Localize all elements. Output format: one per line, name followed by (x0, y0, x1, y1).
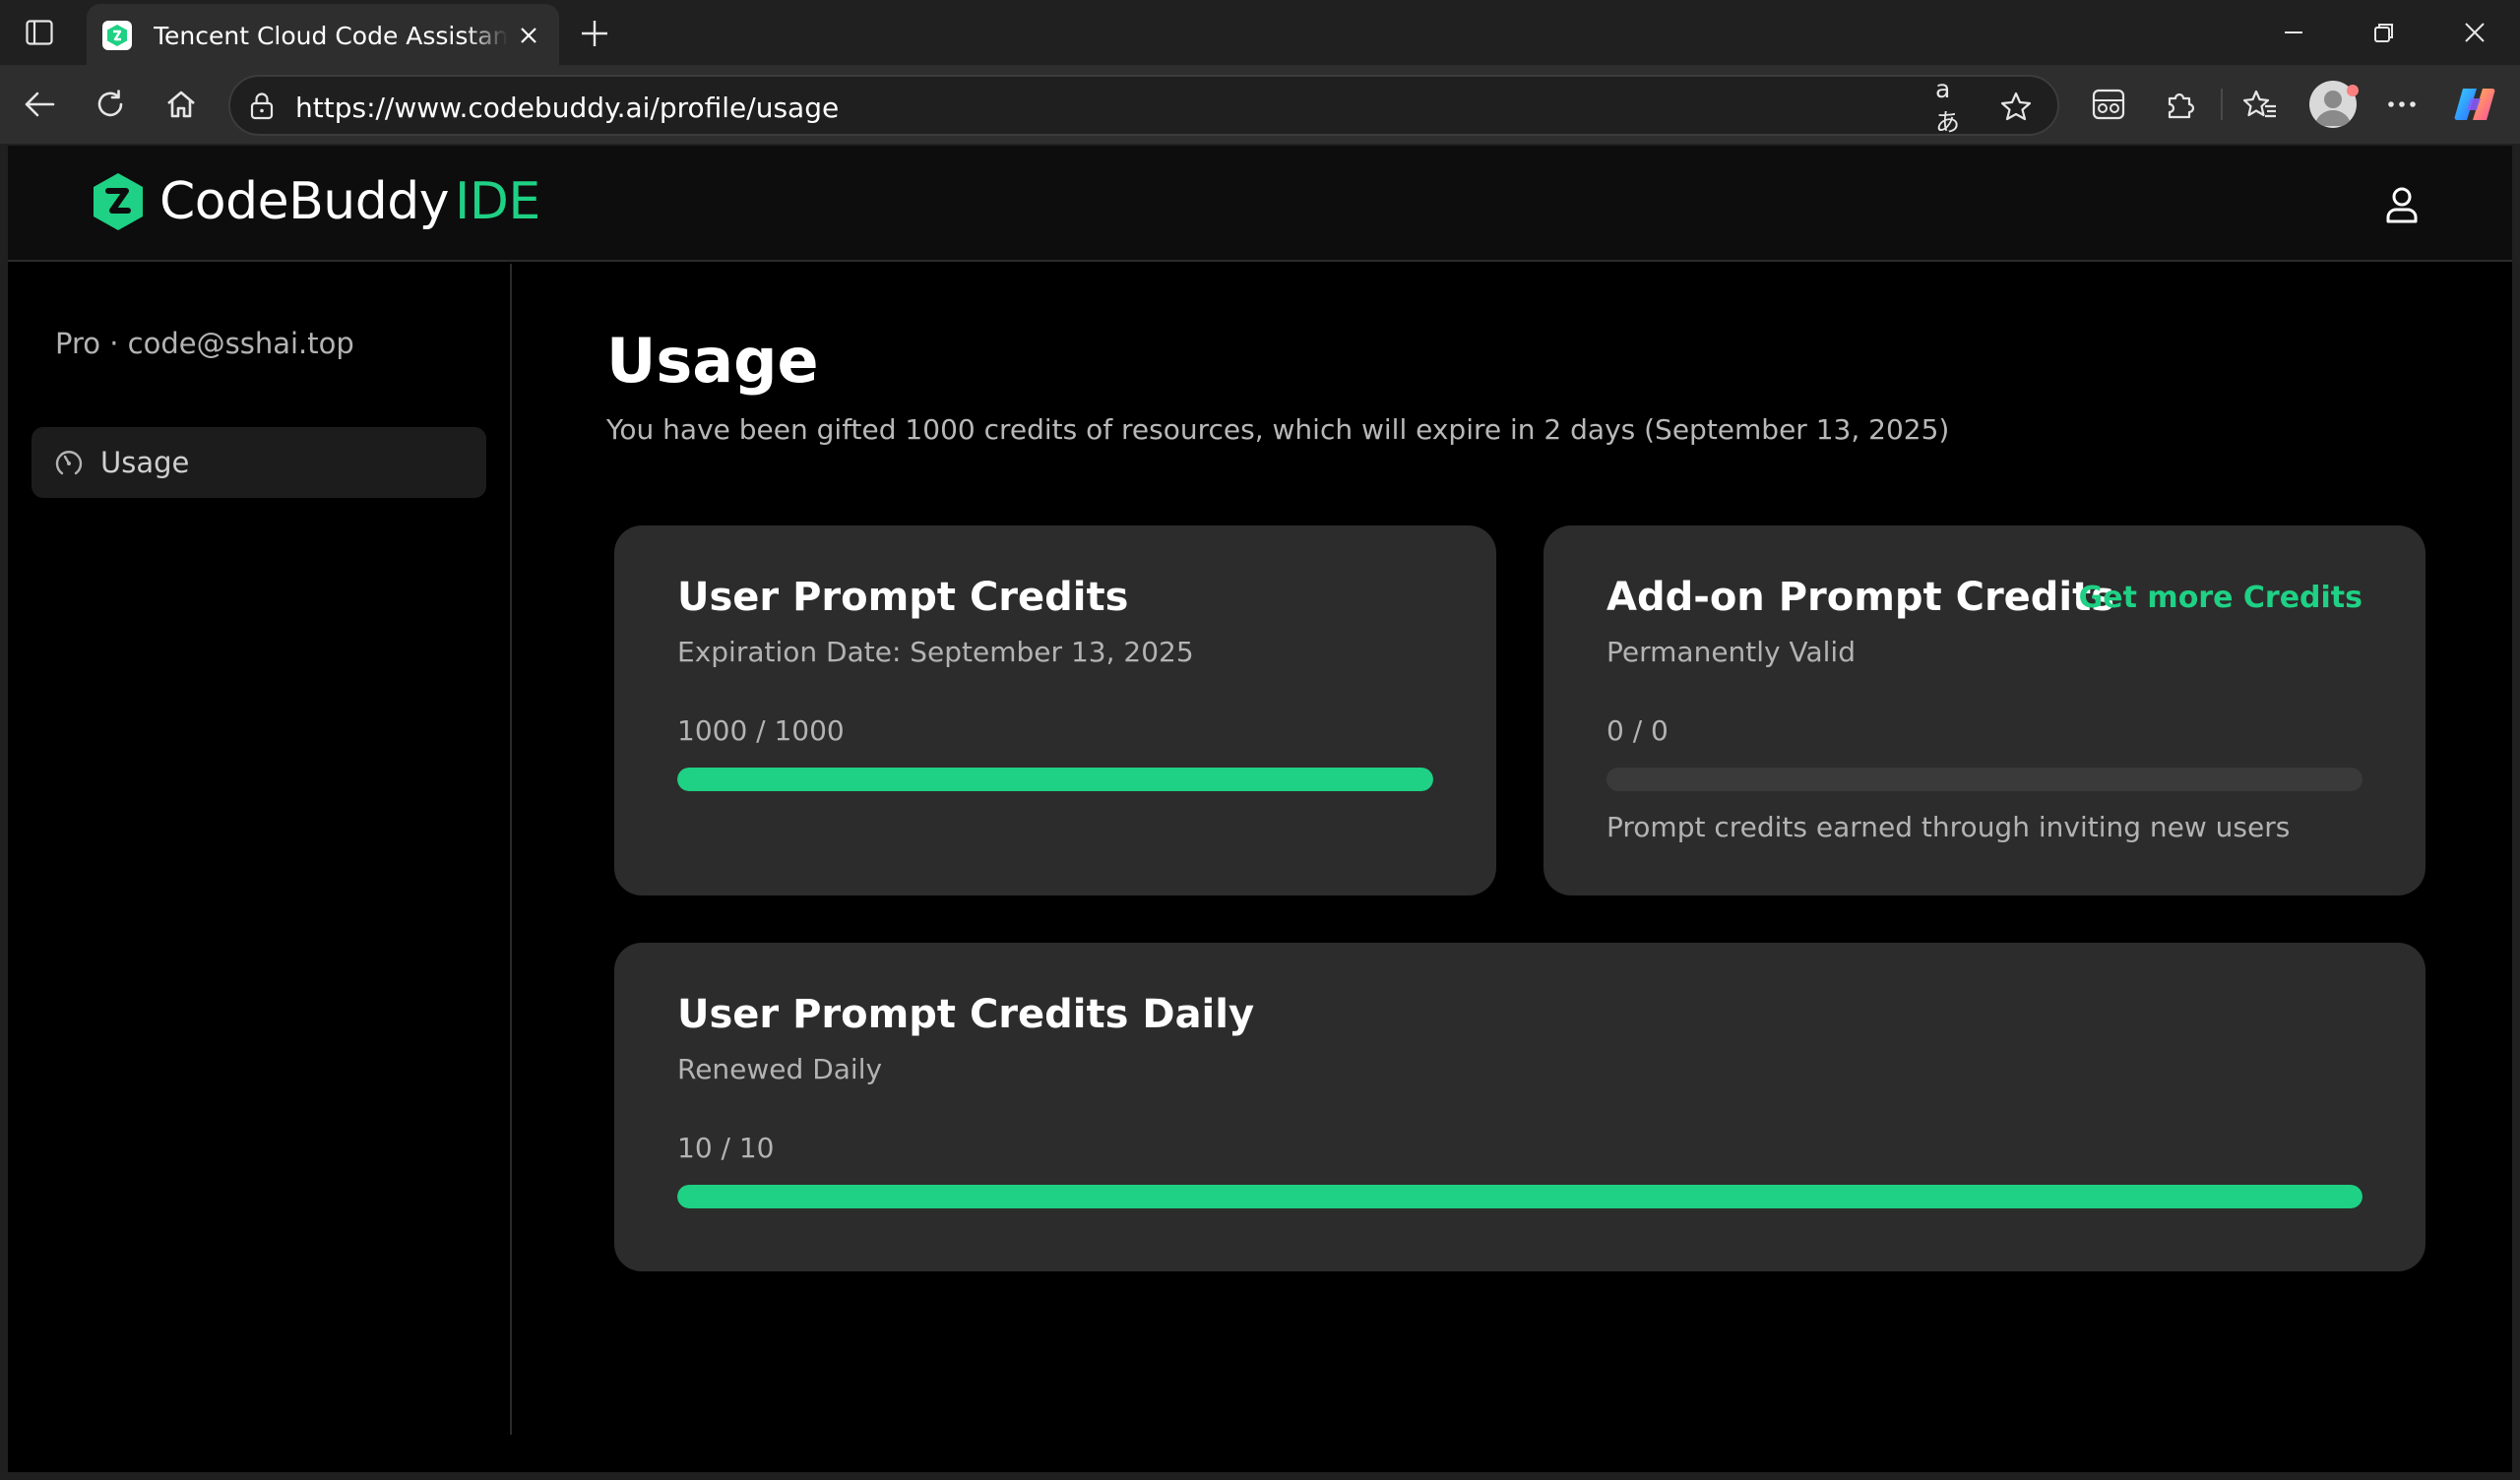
codebuddy-favicon-icon (102, 21, 132, 50)
credit-progress-bar (677, 1185, 2362, 1208)
favorites-icon[interactable] (2236, 81, 2284, 128)
reader-extension-icon[interactable] (2085, 81, 2132, 128)
tab-close-icon[interactable] (512, 19, 545, 52)
user-prompt-credits-card: User Prompt Credits Expiration Date: Sep… (614, 525, 1496, 895)
codebuddy-logo-icon (94, 173, 143, 230)
tab-actions-icon[interactable] (20, 14, 59, 51)
page-content: CodeBuddy IDE Pro · code@sshai.top Usage … (8, 146, 2512, 1472)
credit-progress-bar (1606, 768, 2362, 791)
site-header: CodeBuddy IDE (8, 146, 2512, 262)
card-validity: Permanently Valid (1606, 636, 1856, 668)
card-expiration: Expiration Date: September 13, 2025 (677, 636, 1194, 668)
progress-fill (677, 768, 1433, 791)
extensions-puzzle-icon[interactable] (2156, 81, 2203, 128)
favorite-star-icon[interactable] (1996, 87, 2036, 126)
refresh-icon[interactable] (87, 81, 134, 128)
card-title: Add-on Prompt Credits (1606, 575, 2115, 620)
addon-prompt-credits-card: Add-on Prompt Credits Get more Credits P… (1544, 525, 2426, 895)
toolbar-separator (2221, 89, 2223, 120)
restore-icon[interactable] (2355, 10, 2414, 55)
credit-count: 10 / 10 (677, 1132, 775, 1164)
logo-name: CodeBuddy (159, 172, 450, 231)
browser-tab-active[interactable]: Tencent Cloud Code Assistant CodeBuddy (87, 4, 559, 67)
page-title: Usage (606, 325, 819, 397)
card-title: User Prompt Credits Daily (677, 992, 1255, 1037)
card-title: User Prompt Credits (677, 575, 1129, 620)
get-more-credits-link[interactable]: Get more Credits (2079, 581, 2362, 615)
sidebar-item-label: Usage (100, 446, 190, 479)
browser-tab-bar: Tencent Cloud Code Assistant CodeBuddy (0, 0, 2520, 67)
credit-progress-bar (677, 768, 1433, 791)
browser-toolbar: https://www.codebuddy.ai/profile/usage a… (0, 65, 2520, 144)
user-account-icon[interactable] (2380, 183, 2424, 226)
card-renewal: Renewed Daily (677, 1053, 883, 1085)
account-plan-email: Pro · code@sshai.top (55, 327, 354, 360)
progress-fill (677, 1185, 2362, 1208)
new-tab-icon[interactable] (573, 12, 616, 55)
daily-prompt-credits-card: User Prompt Credits Daily Renewed Daily … (614, 943, 2426, 1271)
address-url[interactable]: https://www.codebuddy.ai/profile/usage (295, 92, 839, 124)
logo-text: CodeBuddy IDE (159, 172, 540, 231)
notification-dot (2347, 85, 2359, 96)
address-bar[interactable]: https://www.codebuddy.ai/profile/usage a… (228, 75, 2059, 137)
sidebar: Pro · code@sshai.top Usage (8, 264, 512, 1435)
copilot-icon[interactable] (2451, 81, 2498, 128)
more-options-icon[interactable] (2378, 81, 2426, 128)
translate-icon[interactable]: aあ (1935, 75, 1975, 137)
window-close-icon[interactable] (2445, 10, 2504, 55)
credit-count: 0 / 0 (1606, 714, 1669, 747)
credit-count: 1000 / 1000 (677, 714, 845, 747)
card-note: Prompt credits earned through inviting n… (1606, 811, 2291, 843)
back-icon[interactable] (16, 81, 63, 128)
page-subtitle: You have been gifted 1000 credits of res… (606, 413, 1950, 446)
logo-suffix: IDE (455, 172, 540, 231)
minimize-icon[interactable] (2264, 10, 2323, 55)
site-info-lock-icon[interactable] (244, 89, 280, 124)
gauge-icon (55, 451, 83, 475)
tab-title: Tencent Cloud Code Assistant CodeBuddy (154, 21, 508, 50)
site-logo[interactable]: CodeBuddy IDE (91, 171, 540, 232)
sidebar-item-usage[interactable]: Usage (32, 427, 486, 498)
home-icon[interactable] (158, 81, 205, 128)
